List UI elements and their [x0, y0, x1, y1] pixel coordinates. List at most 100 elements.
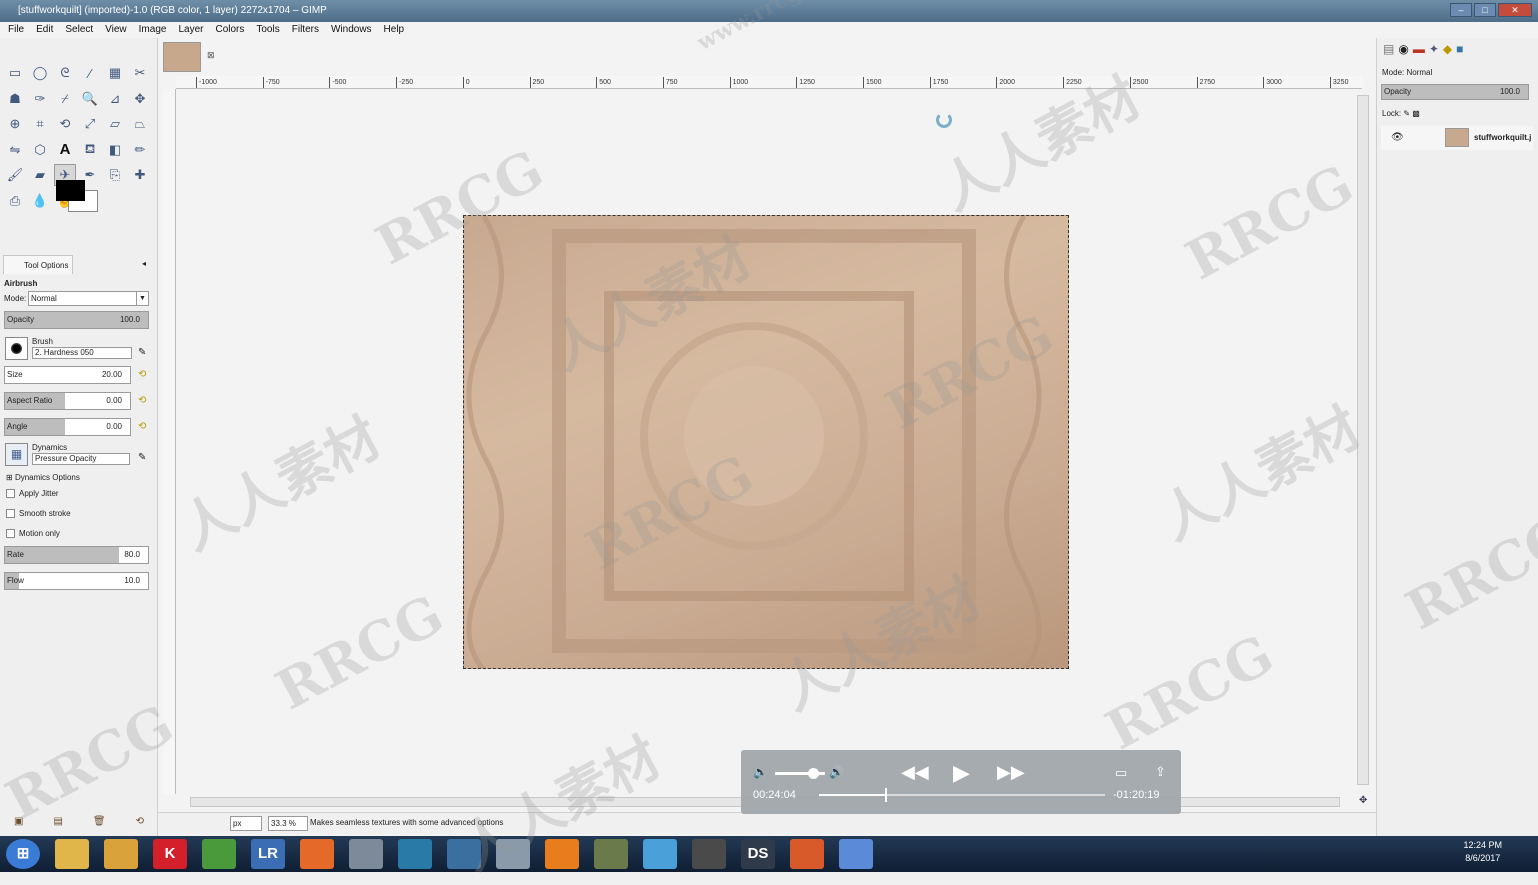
volume-slider[interactable] — [775, 768, 825, 779]
apply-jitter-check[interactable] — [6, 489, 15, 499]
scale-icon[interactable]: ⤢ — [79, 113, 101, 135]
foreground-select-icon[interactable]: ☗ — [4, 88, 26, 110]
opacity-slider[interactable]: Opacity 100.0 — [4, 311, 149, 329]
tab-menu-icon[interactable]: ◂ — [142, 259, 146, 268]
taskbar-app-media[interactable] — [104, 839, 138, 869]
menu-layer[interactable]: Layer — [178, 22, 203, 38]
dynamics-options-expander[interactable]: ⊞ Dynamics Options — [6, 473, 80, 482]
rotate-icon[interactable]: ⟲ — [54, 113, 76, 135]
color-select-icon[interactable]: ▦ — [104, 62, 126, 84]
dynamics-icon[interactable]: ▦ — [5, 443, 28, 466]
reset-options-icon[interactable]: ⟲ — [136, 816, 144, 827]
close-button[interactable]: ✕ — [1498, 3, 1532, 17]
taskbar-app-app11[interactable] — [496, 839, 530, 869]
share-icon[interactable]: ⇪ — [1155, 764, 1166, 780]
ellipse-select-icon[interactable]: ◯ — [29, 62, 51, 84]
taskbar-app-app14[interactable] — [643, 839, 677, 869]
color-picker-icon[interactable]: ⌿ — [54, 88, 76, 110]
paths-tab-icon[interactable]: ▬ — [1413, 42, 1425, 56]
rect-select-icon[interactable]: ▭ — [4, 62, 26, 84]
eraser-icon[interactable]: ▰ — [29, 164, 51, 186]
smooth-stroke-checkbox[interactable]: Smooth stroke — [6, 509, 71, 519]
lock-pixels-icon[interactable]: ✎ — [1403, 109, 1410, 118]
aspect-ratio-slider[interactable]: Aspect Ratio 0.00 — [4, 392, 131, 410]
heal-icon[interactable]: ✚ — [129, 164, 151, 186]
lock-alpha-icon[interactable]: ▩ — [1412, 109, 1420, 118]
flip-icon[interactable]: ⇋ — [4, 139, 26, 161]
blend-icon[interactable]: ◧ — [104, 139, 126, 161]
menu-tools[interactable]: Tools — [256, 22, 279, 38]
taskbar-app-chrome[interactable] — [202, 839, 236, 869]
taskbar-app-app18[interactable] — [839, 839, 873, 869]
edit-brush-icon[interactable]: ✎ — [138, 347, 146, 358]
taskbar-app-app9[interactable] — [398, 839, 432, 869]
menu-image[interactable]: Image — [139, 22, 167, 38]
rewind-icon[interactable]: ◀◀ — [901, 762, 929, 783]
perspective-icon[interactable]: ⏢ — [129, 113, 151, 135]
align-icon[interactable]: ⊕ — [4, 113, 26, 135]
dynamics-field[interactable]: Pressure Opacity — [32, 453, 130, 465]
volume-high-icon[interactable]: 🔊 — [829, 765, 844, 779]
progress-track[interactable] — [819, 788, 1105, 802]
menu-filters[interactable]: Filters — [292, 22, 319, 38]
taskbar-app-DS[interactable]: DS — [741, 839, 775, 869]
crop-icon[interactable]: ⌗ — [29, 113, 51, 135]
shear-icon[interactable]: ▱ — [104, 113, 126, 135]
paths-icon[interactable]: ✑ — [29, 88, 51, 110]
menu-colors[interactable]: Colors — [215, 22, 244, 38]
motion-only-check[interactable] — [6, 529, 15, 539]
clone-icon[interactable]: ⎘ — [104, 164, 126, 186]
brush-name-field[interactable]: 2. Hardness 050 — [32, 347, 132, 359]
layers-tab-icon[interactable]: ▤ — [1383, 42, 1394, 56]
paintbrush-icon[interactable]: 🖌 — [4, 164, 26, 186]
foreground-color-swatch[interactable] — [56, 180, 85, 201]
play-icon[interactable]: ▶ — [953, 760, 970, 786]
undo-tab-icon[interactable]: ✦ — [1429, 42, 1439, 56]
angle-slider[interactable]: Angle 0.00 — [4, 418, 131, 436]
brush-preview[interactable] — [5, 337, 28, 360]
taskbar-app-gimp[interactable] — [692, 839, 726, 869]
system-clock[interactable]: 12:24 PM 8/6/2017 — [1463, 839, 1502, 865]
mode-select[interactable]: Normal ▼ — [28, 291, 149, 306]
menu-view[interactable]: View — [105, 22, 127, 38]
reset-size-icon[interactable]: ⟲ — [138, 369, 146, 380]
eye-icon[interactable]: 👁 — [1391, 132, 1404, 143]
channels-tab-icon[interactable]: ◉ — [1398, 42, 1408, 56]
fast-forward-icon[interactable]: ▶▶ — [997, 762, 1025, 783]
canvas-image[interactable] — [463, 215, 1069, 669]
taskbar-app-blender[interactable] — [545, 839, 579, 869]
menu-select[interactable]: Select — [65, 22, 93, 38]
cage-icon[interactable]: ⬡ — [29, 139, 51, 161]
menu-edit[interactable]: Edit — [36, 22, 53, 38]
volume-low-icon[interactable]: 🔈 — [753, 765, 768, 779]
zoom-select[interactable]: 33.3 % — [268, 816, 308, 831]
image-tab-thumbnail[interactable] — [163, 42, 201, 72]
restore-options-icon[interactable]: ▤ — [53, 816, 62, 827]
flow-slider[interactable]: Flow 10.0 — [4, 572, 149, 590]
save-options-icon[interactable]: ▣ — [14, 816, 23, 827]
unit-select[interactable]: px — [230, 816, 262, 831]
minimize-button[interactable]: – — [1450, 3, 1472, 17]
zoom-icon[interactable]: 🔍 — [79, 88, 101, 110]
tool-options-tab[interactable]: Tool Options — [3, 255, 73, 274]
size-slider[interactable]: Size 20.00 — [4, 366, 131, 384]
smooth-stroke-check[interactable] — [6, 509, 15, 519]
bucket-fill-icon[interactable]: ⛾ — [79, 139, 101, 161]
delete-options-icon[interactable]: 🗑 — [93, 816, 106, 827]
taskbar-app-K[interactable]: K — [153, 839, 187, 869]
motion-only-checkbox[interactable]: Motion only — [6, 529, 60, 539]
taskbar-app-app13[interactable] — [594, 839, 628, 869]
fuzzy-select-icon[interactable]: ⁄ — [79, 62, 101, 84]
airplay-icon[interactable]: ▭ — [1115, 765, 1127, 781]
menu-windows[interactable]: Windows — [331, 22, 372, 38]
navigate-icon[interactable]: ✥ — [1359, 795, 1367, 806]
edit-dynamics-icon[interactable]: ✎ — [138, 452, 146, 463]
menu-file[interactable]: File — [8, 22, 24, 38]
taskbar-app-files[interactable] — [349, 839, 383, 869]
taskbar-app-app17[interactable] — [790, 839, 824, 869]
taskbar-app-LR[interactable]: LR — [251, 839, 285, 869]
maximize-button[interactable]: □ — [1474, 3, 1496, 17]
taskbar-app-start[interactable]: ⊞ — [6, 839, 40, 869]
perspective-clone-icon[interactable]: ⎙ — [4, 190, 26, 212]
scissors-icon[interactable]: ✂ — [129, 62, 151, 84]
